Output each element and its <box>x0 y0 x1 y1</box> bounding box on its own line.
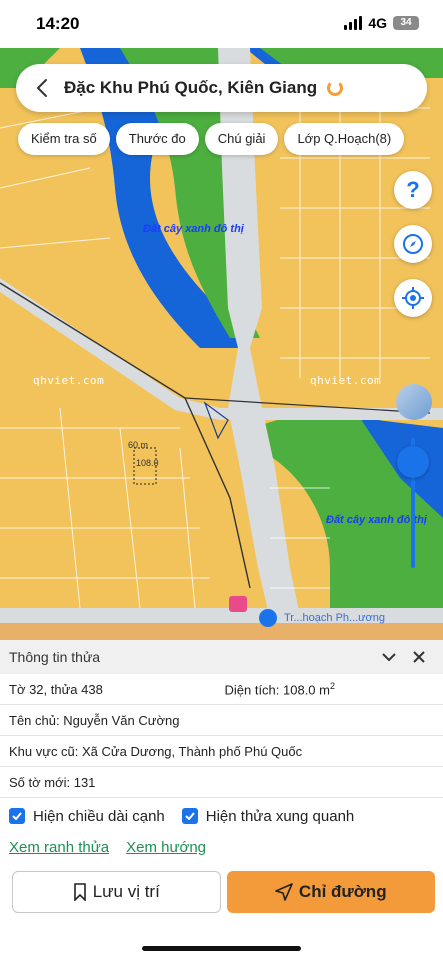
status-time: 14:20 <box>36 14 80 33</box>
close-button[interactable] <box>404 642 434 672</box>
compass-button[interactable] <box>394 225 432 263</box>
directions-label: Chỉ đường <box>298 882 387 901</box>
check-icon <box>185 812 195 820</box>
chevron-left-icon <box>36 79 47 97</box>
link-view-direction[interactable]: Xem hướng <box>126 839 206 856</box>
layer-preview-thumbnail[interactable] <box>396 384 432 420</box>
collapse-button[interactable] <box>374 642 404 672</box>
save-location-button[interactable]: Lưu vị trí <box>12 871 221 913</box>
watermark-left: qhviet.com <box>33 374 105 387</box>
help-icon: ? <box>406 177 420 202</box>
link-view-boundary[interactable]: Xem ranh thửa <box>9 839 109 856</box>
status-bar: 14:20 4G 34 <box>0 0 443 48</box>
opacity-slider-knob[interactable] <box>397 446 429 478</box>
loading-spinner-icon <box>327 80 344 96</box>
checkbox-neighbors[interactable] <box>181 808 198 824</box>
tool-chips: Kiểm tra số Thước đo Chú giải Lớp Q.Hoạc… <box>18 123 405 155</box>
chevron-down-icon <box>382 653 396 662</box>
checkbox-row: Hiện chiều dài cạnh Hiện thửa xung quanh <box>0 798 443 834</box>
area-label: Diện tích: 108.0 m <box>224 682 330 698</box>
battery-icon: 34 <box>393 16 419 30</box>
chip-measure[interactable]: Thước đo <box>115 123 199 155</box>
compass-icon <box>403 234 423 254</box>
network-type: 4G <box>368 15 387 31</box>
checkbox-edges-label: Hiện chiều dài cạnh <box>33 807 165 825</box>
crosshair-icon <box>402 287 424 309</box>
save-location-label: Lưu vị trí <box>92 882 160 901</box>
bookmark-icon <box>73 883 86 901</box>
poi-marker <box>259 609 277 627</box>
chip-legend[interactable]: Chú giải <box>204 123 279 155</box>
check-icon <box>12 812 22 820</box>
checkbox-edges[interactable] <box>9 808 25 824</box>
row-sheet-area: Tờ 32, thửa 438 Diện tích: 108.0 m2 <box>0 674 443 705</box>
zone-label-green-1: Đất cây xanh đô thị <box>143 223 244 235</box>
area-value: Diện tích: 108.0 m2 <box>224 681 335 697</box>
chip-check-number[interactable]: Kiểm tra số <box>18 123 110 155</box>
action-buttons: Lưu vị trí Chỉ đường <box>12 871 435 913</box>
panel-title: Thông tin thửa <box>9 649 101 665</box>
road-bottom-edge <box>0 623 443 640</box>
status-indicators: 4G 34 <box>344 15 419 31</box>
back-button[interactable] <box>20 64 64 112</box>
area-unit-sup: 2 <box>329 680 335 691</box>
my-location-button[interactable] <box>394 279 432 317</box>
poi-marker-pink <box>229 596 247 612</box>
signal-icon <box>344 16 363 30</box>
links-row: Xem ranh thửa Xem hướng <box>0 834 443 860</box>
navigation-icon <box>275 883 293 901</box>
checkbox-neighbors-label: Hiện thửa xung quanh <box>205 807 355 825</box>
directions-button[interactable]: Chỉ đường <box>226 871 435 913</box>
row-owner: Tên chủ: Nguyễn Văn Cường <box>0 705 443 736</box>
help-button[interactable]: ? <box>394 171 432 209</box>
location-title: Đặc Khu Phú Quốc, Kiên Giang <box>64 78 318 97</box>
parcel-dimension: 60 m <box>128 440 149 450</box>
close-icon <box>413 651 425 663</box>
sheet-parcel: Tờ 32, thửa 438 <box>9 681 103 697</box>
home-indicator[interactable] <box>142 946 301 951</box>
chip-planning-layer[interactable]: Lớp Q.Hoạch(8) <box>284 123 405 155</box>
panel-header: Thông tin thửa <box>0 640 443 674</box>
watermark-right: qhviet.com <box>310 374 382 387</box>
search-bar[interactable]: Đặc Khu Phú Quốc, Kiên Giang <box>16 64 427 112</box>
row-old-area: Khu vực cũ: Xã Cửa Dương, Thành phố Phú … <box>0 736 443 767</box>
parcel-info-panel: Thông tin thửa Tờ 32, thửa 438 Diện tích… <box>0 640 443 960</box>
poi-label-bottom[interactable]: Tr...hoạch Ph...ương <box>284 612 385 624</box>
row-new-sheet: Số tờ mới: 131 <box>0 767 443 798</box>
parcel-number: 108.0 <box>136 458 159 468</box>
